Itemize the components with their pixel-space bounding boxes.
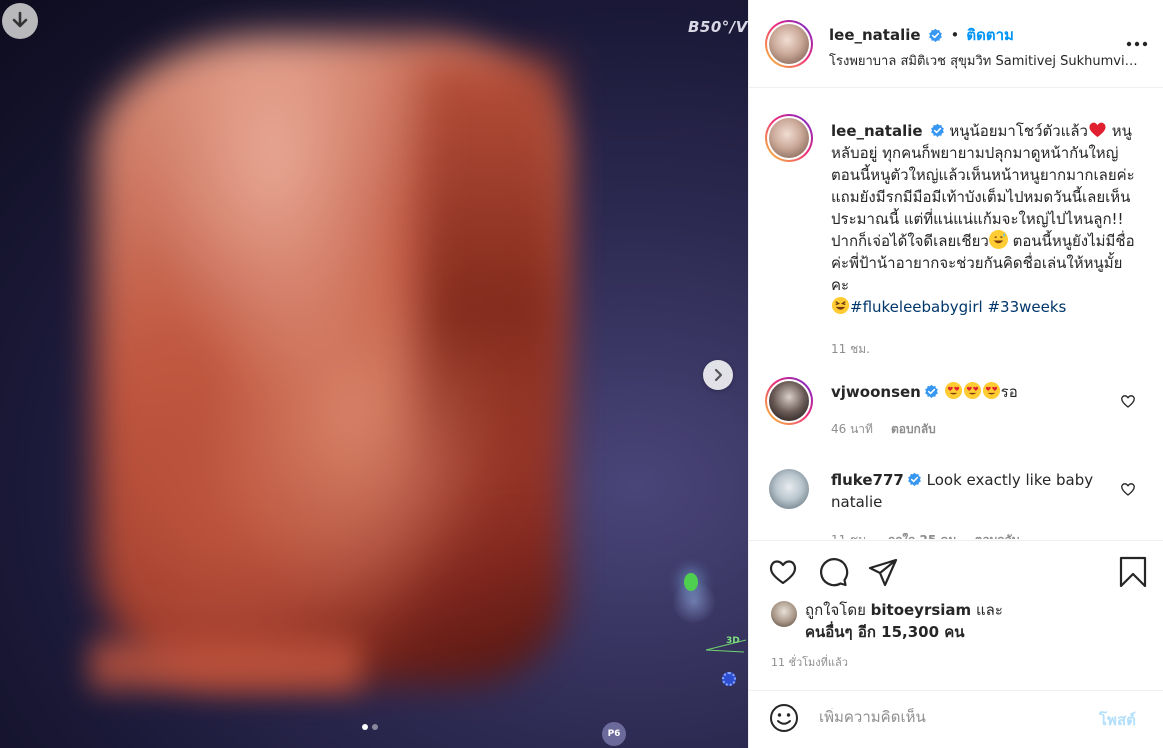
- hashtag-link-33weeks[interactable]: #33weeks: [987, 298, 1066, 316]
- likes-prefix: ถูกใจโดย: [805, 601, 866, 619]
- share-button[interactable]: [867, 556, 899, 588]
- comment-text-suffix: รอ: [1000, 383, 1018, 401]
- author-avatar[interactable]: [765, 20, 813, 68]
- location-link[interactable]: โรงพยาบาล สมิติเวช สุขุมวิท Samitivej Su…: [829, 50, 1141, 71]
- comment-username[interactable]: vjwoonsen: [831, 383, 921, 401]
- author-username[interactable]: lee_natalie: [829, 26, 921, 44]
- p6-badge: P6: [602, 722, 626, 746]
- carousel-next-button[interactable]: [703, 360, 733, 390]
- verified-badge-icon: [907, 472, 921, 487]
- liker-avatar-image: [771, 601, 797, 627]
- comment-avatar[interactable]: [769, 469, 809, 509]
- post-timestamp[interactable]: 11 ชั่วโมงที่แล้ว: [771, 653, 848, 671]
- comment-time[interactable]: 46 นาที: [831, 420, 873, 439]
- comment-text: vjwoonsen รอ: [831, 381, 1101, 403]
- comments-scroll-area[interactable]: lee_natalie หนูน้อยมาโชว์ตัวแล้ว หนูหลับ…: [749, 89, 1163, 539]
- liker-avatar[interactable]: [771, 601, 797, 627]
- likes-summary: ถูกใจโดย bitoeyrsiam และ คนอื่นๆ อีก 15,…: [771, 599, 1003, 643]
- comment-username[interactable]: fluke777: [831, 471, 904, 489]
- caption-time[interactable]: 11 ชม.: [831, 338, 1137, 360]
- post-actions: ถูกใจโดย bitoeyrsiam และ คนอื่นๆ อีก 15,…: [749, 540, 1163, 690]
- likes-text: ถูกใจโดย bitoeyrsiam และ คนอื่นๆ อีก 15,…: [805, 599, 1003, 643]
- bookmark-icon: [1119, 556, 1147, 588]
- squinting-laughing-emoji-icon: [831, 296, 850, 315]
- chevron-right-icon: [714, 368, 723, 382]
- caption-avatar-image: [769, 118, 809, 158]
- scan-setting-label: B50°/V5: [688, 18, 748, 36]
- paper-plane-icon: [868, 558, 898, 587]
- grinning-sweat-emoji-icon: [988, 230, 1008, 249]
- blue-marker: [722, 672, 736, 686]
- comment-avatar-image: [769, 381, 809, 421]
- probe-marker: [684, 573, 698, 591]
- likes-others-link[interactable]: คนอื่นๆ อีก 15,300 คน: [805, 623, 965, 641]
- like-button[interactable]: [767, 556, 799, 588]
- more-options-icon[interactable]: [1125, 38, 1149, 50]
- reply-button[interactable]: ตอบกลับ: [975, 531, 1020, 539]
- comment-meta: 11 ชม. ถูกใจ 25 คน ตอบกลับ: [831, 531, 1020, 539]
- comment-text: fluke777 Look exactly like baby natalie: [831, 469, 1101, 513]
- comment-avatar-image: [769, 469, 809, 509]
- heart-eyes-emoji-icon: [982, 381, 1001, 401]
- heart-eyes-emoji-icon: [944, 381, 963, 401]
- axis-lines: [705, 639, 747, 653]
- heart-eyes-emoji-icon: [963, 381, 982, 401]
- mode-3d-label: 3D: [726, 636, 740, 646]
- save-button[interactable]: [1117, 556, 1149, 588]
- likes-and: และ: [975, 601, 1003, 619]
- verified-badge-icon: [928, 28, 942, 42]
- post-comment-button[interactable]: โพสต์: [1099, 708, 1136, 732]
- comment-icon: [820, 558, 849, 587]
- smiley-icon: [770, 704, 798, 732]
- heart-icon: [769, 560, 797, 585]
- download-icon: [12, 11, 28, 28]
- instagram-post-modal: B50°/V5 3D P6: [0, 0, 1163, 748]
- post-header: lee_natalie • ติดตาม โรงพยาบาล สมิติเวช …: [749, 0, 1163, 88]
- follow-separator: •: [950, 26, 960, 44]
- carousel-indicator: [362, 724, 378, 730]
- comment-like-count[interactable]: ถูกใจ 25 คน: [888, 531, 957, 539]
- caption-body: หนูหลับอยู่ ทุกคนก็พยายามปลุกมาดูหน้ากัน…: [831, 122, 1135, 250]
- caption-text: lee_natalie หนูน้อยมาโชว์ตัวแล้ว หนูหลับ…: [831, 120, 1137, 360]
- comment-avatar[interactable]: [765, 377, 813, 425]
- ultrasound-base: [90, 640, 360, 690]
- red-heart-emoji-icon: [1089, 122, 1106, 138]
- comment-like-heart-icon[interactable]: [1120, 481, 1136, 497]
- author-avatar-image: [769, 24, 809, 64]
- comment-like-heart-icon[interactable]: [1120, 393, 1136, 409]
- verified-badge-icon: [930, 123, 944, 138]
- comment-button[interactable]: [817, 556, 849, 588]
- hashtag-link-flukeleebabygirl[interactable]: #flukeleebabygirl: [850, 298, 983, 316]
- follow-button[interactable]: ติดตาม: [966, 23, 1014, 47]
- caption-username[interactable]: lee_natalie: [831, 122, 923, 140]
- ultrasound-shadow: [420, 60, 560, 480]
- comment-item: fluke777 Look exactly like baby natalie …: [765, 467, 1155, 539]
- verified-badge-icon: [924, 384, 938, 399]
- comment-item: vjwoonsen รอ 46 นาที ตอบกลับ: [765, 377, 1155, 447]
- comment-time[interactable]: 11 ชม.: [831, 531, 870, 539]
- comment-meta: 46 นาที ตอบกลับ: [831, 420, 936, 439]
- post-side-panel: lee_natalie • ติดตาม โรงพยาบาล สมิติเวช …: [748, 0, 1163, 748]
- reply-button[interactable]: ตอบกลับ: [891, 420, 936, 439]
- emoji-picker-button[interactable]: [769, 703, 799, 733]
- carousel-dot-2: [372, 724, 378, 730]
- download-button[interactable]: [2, 3, 38, 39]
- comment-input[interactable]: [819, 708, 1089, 726]
- carousel-dot-1: [362, 724, 368, 730]
- caption-author-avatar[interactable]: [765, 114, 813, 162]
- add-comment-bar: โพสต์: [749, 690, 1163, 748]
- caption-line1: หนูน้อยมาโชว์ตัวแล้ว: [949, 122, 1088, 140]
- liker-username[interactable]: bitoeyrsiam: [871, 601, 972, 619]
- post-media[interactable]: B50°/V5 3D P6: [0, 0, 748, 748]
